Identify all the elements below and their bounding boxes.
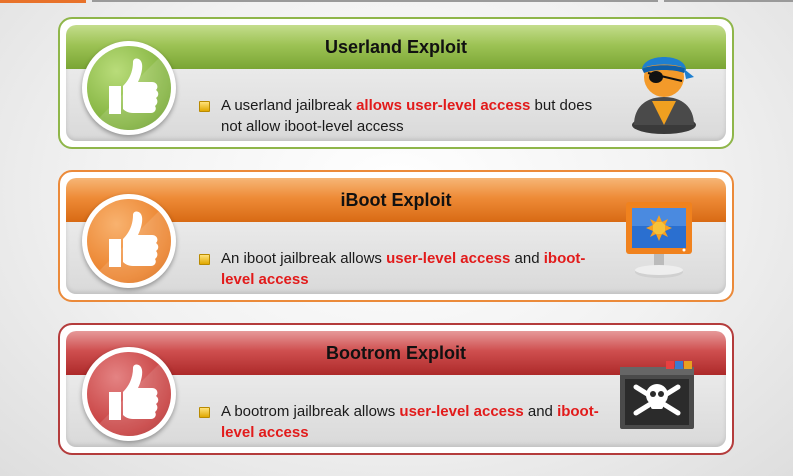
top-divider bbox=[0, 0, 793, 6]
top-divider-accent bbox=[0, 0, 86, 3]
card-description: An iboot jailbreak allows user-level acc… bbox=[221, 250, 586, 288]
thumbs-up-icon bbox=[87, 352, 171, 436]
pirate-user-icon bbox=[632, 57, 696, 134]
badge bbox=[82, 347, 176, 441]
computer-monitor-icon bbox=[626, 202, 692, 278]
card-body: iBoot Exploit An iboot jailbreak allows … bbox=[66, 178, 726, 294]
thumbs-up-icon bbox=[87, 199, 171, 283]
iboot-exploit-card: iBoot Exploit An iboot jailbreak allows … bbox=[58, 170, 734, 302]
badge bbox=[82, 41, 176, 135]
bootrom-exploit-card: Bootrom Exploit A bootrom jailbreak allo… bbox=[58, 323, 734, 455]
top-divider-line bbox=[92, 0, 658, 2]
userland-exploit-card: Userland Exploit A userland jailbreak al… bbox=[58, 17, 734, 149]
bullet-icon bbox=[199, 254, 210, 265]
card-description: A bootrom jailbreak allows user-level ac… bbox=[221, 403, 599, 441]
thumbs-up-icon bbox=[87, 46, 171, 130]
skull-crossbones-window-icon bbox=[620, 361, 694, 429]
bullet-icon bbox=[199, 407, 210, 418]
card-body: Bootrom Exploit A bootrom jailbreak allo… bbox=[66, 331, 726, 447]
bullet-icon bbox=[199, 101, 210, 112]
card-body: Userland Exploit A userland jailbreak al… bbox=[66, 25, 726, 141]
badge bbox=[82, 194, 176, 288]
card-description: A userland jailbreak allows user-level a… bbox=[221, 97, 593, 135]
top-divider-line bbox=[664, 0, 793, 2]
